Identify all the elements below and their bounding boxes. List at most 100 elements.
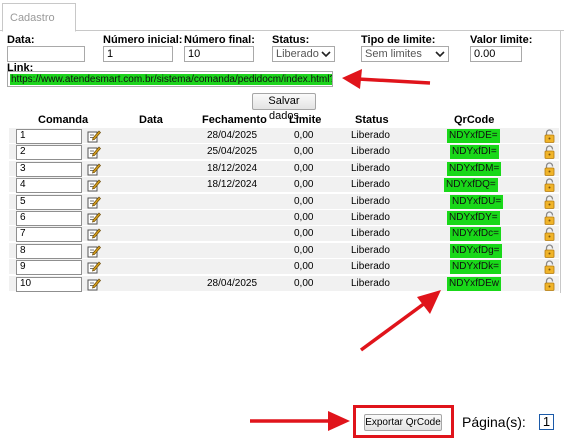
row-status: Liberado (351, 212, 390, 223)
row-status: Liberado (351, 179, 390, 191)
table-row: 9 0,00 Liberado NDYxfDk= (9, 259, 559, 276)
salvar-dados-button[interactable]: Salvar dados (252, 93, 316, 122)
link-value: https://www.atendesmart.com.br/sistema/c… (10, 74, 332, 85)
annotation-arrow-icon (359, 290, 441, 352)
table-row: 7 0,00 Liberado NDYxfDc= (9, 226, 559, 243)
row-status: Liberado (351, 195, 390, 207)
row-qrcode: NDYxfDQ= (444, 178, 498, 193)
data-input[interactable] (7, 46, 85, 62)
row-qrcode: NDYxfDE= (447, 129, 500, 143)
edit-icon[interactable] (87, 178, 101, 192)
annotation-arrow-icon (342, 69, 431, 89)
comanda-input[interactable]: 1 (16, 129, 82, 144)
row-qrcode: NDYxfDk= (450, 260, 501, 275)
comanda-input[interactable]: 5 (16, 194, 82, 210)
row-qrcode: NDYxfDEw (447, 276, 502, 291)
table-row: 8 0,00 Liberado NDYxfDg= (9, 242, 559, 259)
row-limite: 0,00 (294, 212, 314, 223)
table-row: 2 25/04/2025 0,00 Liberado NDYxfDI= (9, 144, 559, 161)
row-limite: 0,00 (294, 261, 314, 273)
row-limite: 0,00 (294, 277, 314, 289)
column-header-data: Data (139, 114, 163, 126)
lock-icon[interactable] (544, 178, 555, 193)
lock-icon[interactable] (544, 244, 555, 258)
comanda-input[interactable]: 2 (16, 145, 82, 161)
lock-icon[interactable] (544, 227, 555, 242)
column-header-qrcode: QrCode (454, 114, 495, 126)
table-row: 10 28/04/2025 0,00 Liberado NDYxfDEw (9, 275, 559, 292)
comanda-input[interactable]: 3 (16, 161, 82, 177)
pagina-label: Página(s): (462, 414, 526, 430)
status-select-value: Liberado (276, 48, 319, 60)
column-header-status: Status (355, 114, 389, 126)
row-limite: 0,00 (294, 130, 314, 141)
tipo-limite-label: Tipo de limite: (361, 34, 436, 46)
edit-icon[interactable] (87, 227, 101, 241)
row-fechamento: 28/04/2025 (207, 277, 258, 289)
row-fechamento: 25/04/2025 (207, 146, 258, 158)
lock-icon[interactable] (544, 145, 555, 160)
tab-strip: Cadastro (0, 0, 564, 32)
comanda-input[interactable]: 9 (16, 260, 82, 276)
edit-icon[interactable] (87, 244, 101, 258)
row-status: Liberado (351, 146, 390, 158)
row-status: Liberado (351, 261, 390, 273)
row-qrcode: NDYxfDM= (447, 161, 502, 176)
page-link-1[interactable]: 1 (539, 414, 554, 430)
comanda-input[interactable]: 7 (16, 227, 82, 243)
data-label: Data: (7, 34, 35, 46)
valor-limite-input[interactable]: 0.00 (470, 46, 522, 62)
chevron-down-icon (435, 51, 445, 58)
comanda-input[interactable]: 10 (16, 276, 82, 292)
table-row: 6 0,00 Liberado NDYxfDY= (9, 210, 559, 226)
numero-final-input[interactable]: 10 (184, 46, 254, 62)
table-row: 5 0,00 Liberado NDYxfDU= (9, 193, 559, 210)
edit-icon[interactable] (87, 211, 101, 225)
status-label: Status: (272, 34, 310, 46)
edit-icon[interactable] (87, 277, 101, 291)
edit-icon[interactable] (87, 162, 101, 176)
link-input[interactable]: https://www.atendesmart.com.br/sistema/c… (7, 71, 333, 87)
row-limite: 0,00 (294, 162, 314, 174)
table-row: 4 18/12/2024 0,00 Liberado NDYxfDQ= (9, 177, 559, 194)
edit-icon[interactable] (87, 129, 101, 143)
edit-icon[interactable] (87, 195, 101, 209)
chevron-down-icon (321, 51, 331, 58)
status-select[interactable]: Liberado (272, 46, 335, 62)
row-status: Liberado (351, 130, 390, 141)
row-status: Liberado (351, 162, 390, 174)
column-header-comanda: Comanda (38, 114, 89, 126)
row-qrcode: NDYxfDY= (447, 211, 500, 225)
row-fechamento: 18/12/2024 (207, 179, 258, 191)
panel-border (560, 31, 561, 293)
lock-icon[interactable] (544, 211, 555, 225)
table-row: 3 18/12/2024 0,00 Liberado NDYxfDM= (9, 160, 559, 177)
lock-icon[interactable] (544, 129, 555, 143)
valor-limite-label: Valor limite: (470, 34, 533, 46)
tab-cadastro[interactable]: Cadastro (2, 3, 76, 32)
row-status: Liberado (351, 244, 390, 256)
row-qrcode: NDYxfDc= (450, 227, 501, 242)
comanda-input[interactable]: 8 (16, 243, 82, 259)
column-header-limite: Limite (289, 114, 322, 126)
lock-icon[interactable] (544, 162, 555, 176)
edit-icon[interactable] (87, 260, 101, 274)
lock-icon[interactable] (544, 195, 555, 209)
comanda-input[interactable]: 6 (16, 211, 82, 226)
row-limite: 0,00 (294, 146, 314, 158)
edit-icon[interactable] (87, 145, 101, 159)
row-status: Liberado (351, 228, 390, 240)
numero-inicial-label: Número inicial: (103, 34, 183, 46)
lock-icon[interactable] (544, 260, 555, 275)
exportar-qrcode-button[interactable]: Exportar QrCode (364, 414, 442, 431)
row-limite: 0,00 (294, 228, 314, 240)
row-limite: 0,00 (294, 179, 314, 191)
tipo-limite-select[interactable]: Sem limites (361, 46, 449, 62)
numero-inicial-input[interactable]: 1 (103, 46, 173, 62)
row-limite: 0,00 (294, 244, 314, 256)
row-qrcode: NDYxfDU= (450, 194, 504, 209)
comanda-input[interactable]: 4 (16, 178, 82, 194)
numero-final-label: Número final: (184, 34, 255, 46)
lock-icon[interactable] (544, 277, 555, 291)
row-fechamento: 18/12/2024 (207, 162, 258, 174)
